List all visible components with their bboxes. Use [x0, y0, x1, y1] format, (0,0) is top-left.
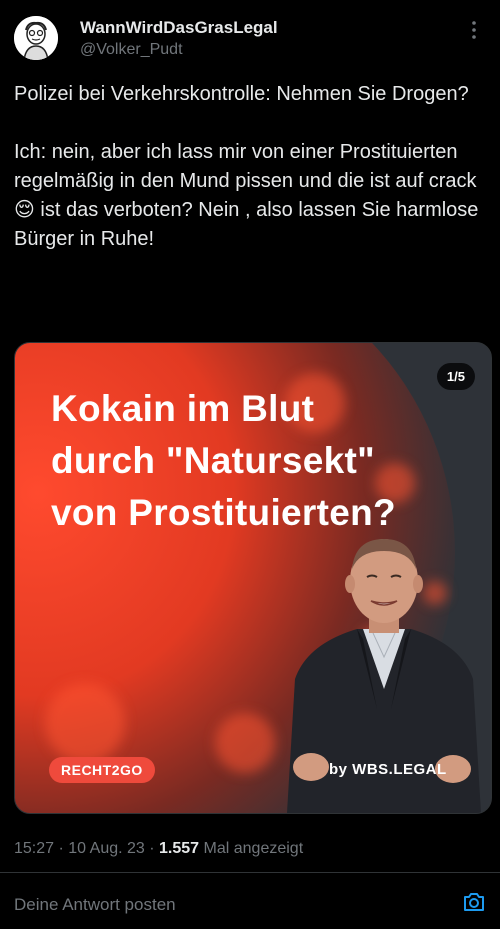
tweet-time[interactable]: 15:27 [14, 840, 54, 857]
recht2go-badge: RECHT2GO [49, 757, 155, 783]
tweet-media-image[interactable]: 1/5 Kokain im Blut durch "Natursekt" von… [14, 342, 492, 814]
image-byline: by WBS.LEGAL [329, 761, 447, 778]
headline-line: durch "Natursekt" [51, 440, 375, 481]
view-count: 1.557 [159, 840, 200, 857]
view-count-label: Mal angezeigt [203, 840, 304, 857]
tweet-text: Polizei bei Verkehrskontrolle: Nehmen Si… [14, 80, 484, 254]
tweet-header: WannWirdDasGrasLegal @Volker_Pudt [14, 14, 486, 66]
meta-separator: · [149, 840, 160, 857]
headline-line: Kokain im Blut [51, 388, 315, 429]
divider [0, 872, 500, 873]
reply-input[interactable]: Deine Antwort posten [14, 895, 176, 915]
more-options-icon[interactable] [464, 20, 484, 43]
meta-separator: · [58, 840, 69, 857]
camera-icon[interactable] [462, 890, 486, 914]
user-handle[interactable]: @Volker_Pudt [80, 41, 183, 59]
tweet-text-paragraph-1: Polizei bei Verkehrskontrolle: Nehmen Si… [14, 83, 469, 105]
image-headline: Kokain im Blut durch "Natursekt" von Pro… [51, 383, 471, 539]
display-name[interactable]: WannWirdDasGrasLegal [80, 18, 278, 38]
tweet-date[interactable]: 10 Aug. 23 [68, 840, 145, 857]
tweet-text-paragraph-2: Ich: nein, aber ich lass mir von einer P… [14, 141, 479, 250]
tweet-metadata: 15:27 · 10 Aug. 23 · 1.557 Mal angezeigt [14, 840, 303, 858]
avatar[interactable] [14, 16, 58, 60]
